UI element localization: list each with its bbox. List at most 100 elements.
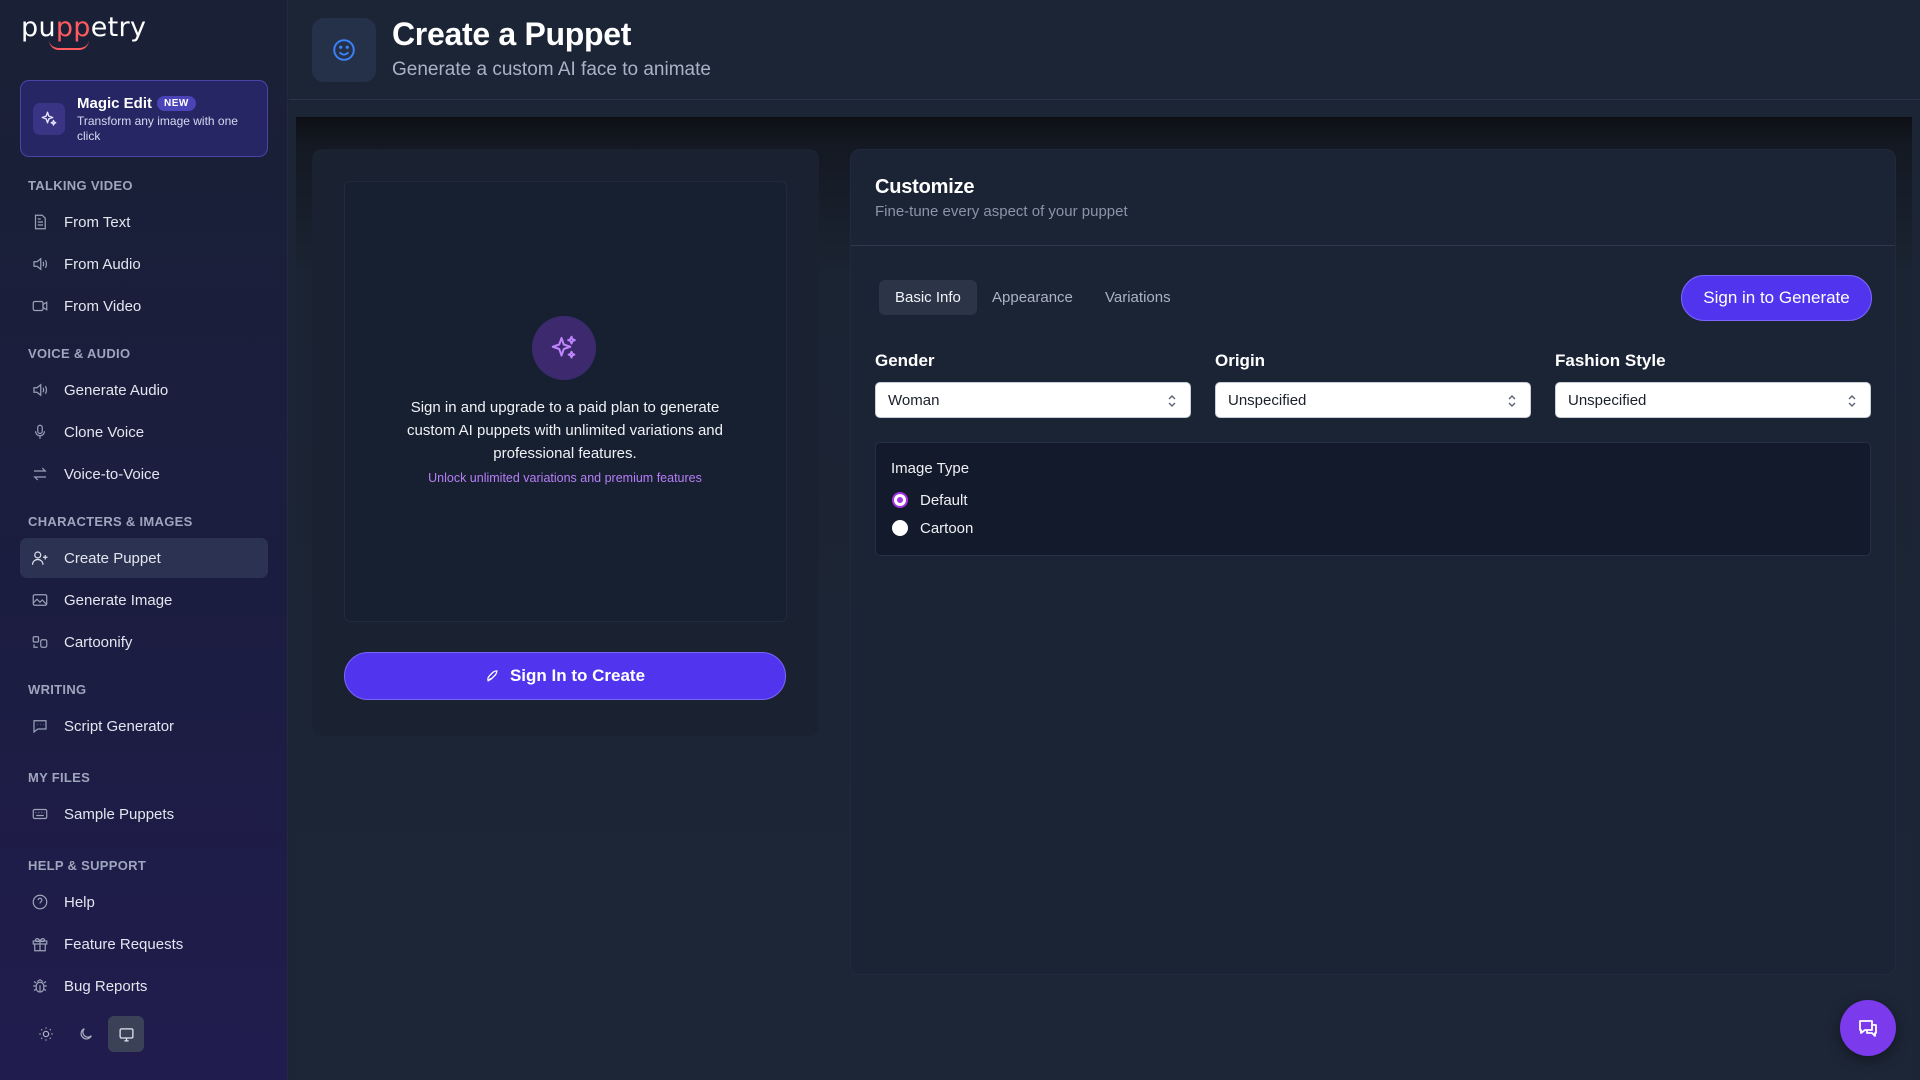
sidebar-item-clone-voice[interactable]: Clone Voice [20,412,268,452]
sidebar-item-label: Generate Audio [64,381,169,399]
sidebar-item-label: Voice-to-Voice [64,465,160,483]
sign-in-to-create-label: Sign In to Create [509,666,646,685]
sidebar-item-label: From Text [64,213,131,231]
section-label-characters-images: CHARACTERS & IMAGES [28,514,193,529]
sidebar-item-label: Feature Requests [64,935,184,953]
sidebar-item-label: From Video [64,297,142,315]
help-circle-icon [30,892,50,912]
sidebar-item-label: Create Puppet [64,549,161,567]
chevron-up-down-icon [1168,395,1176,407]
gender-value: Woman [888,391,940,409]
theme-system-button[interactable] [108,1016,144,1052]
origin-select[interactable]: Unspecified [1215,382,1531,418]
tab-variations[interactable]: Variations [1089,280,1187,315]
image-icon [30,590,50,610]
image-type-group [875,442,1871,556]
radio-label-cartoon: Cartoon [920,519,974,537]
speaker-icon [30,380,50,400]
image-type-label: Image Type [891,460,970,477]
sidebar-item-label: Sample Puppets [64,805,175,823]
chevron-up-down-icon [1848,395,1856,407]
customize-title: Customize [875,176,975,198]
radio-label-default: Default [920,491,968,509]
section-label-help-support: HELP & SUPPORT [28,858,147,873]
sidebar-item-from-text[interactable]: From Text [20,202,268,242]
magic-edit-description: Transform any image with one click [77,114,238,143]
sidebar-item-feature-requests[interactable]: Feature Requests [20,924,268,964]
microphone-icon [30,422,50,442]
radio-default[interactable] [892,492,908,508]
sun-icon [39,1027,53,1041]
file-text-icon [30,212,50,232]
sidebar: puppetry Magic Edit NEW Transform any im… [0,0,288,1080]
gift-icon [30,934,50,954]
sidebar-item-label: Script Generator [64,717,175,735]
page-subtitle: Generate a custom AI face to animate [392,59,711,80]
page-title: Create a Puppet [392,16,632,52]
sidebar-item-bug-reports[interactable]: Bug Reports [20,966,268,1006]
gender-label: Gender [875,351,935,370]
unlock-features-link[interactable]: Unlock unlimited variations and premium … [360,471,770,485]
customize-subtitle: Fine-tune every aspect of your puppet [875,203,1128,220]
theme-light-button[interactable] [28,1016,64,1052]
user-plus-icon [30,548,50,568]
sign-in-to-generate-button[interactable]: Sign in to Generate [1681,275,1872,321]
theme-dark-button[interactable] [68,1016,104,1052]
sidebar-item-label: Clone Voice [64,423,145,441]
section-label-voice-audio: VOICE & AUDIO [28,346,131,361]
sidebar-item-from-video[interactable]: From Video [20,286,268,326]
moon-icon [80,1028,92,1040]
sidebar-item-from-audio[interactable]: From Audio [20,244,268,284]
chat-icon [1859,1020,1877,1037]
customize-divider [851,245,1895,246]
magic-edit-card[interactable]: Magic Edit NEW Transform any image with … [20,80,268,157]
chevron-up-down-icon [1508,395,1516,407]
fashion-style-select[interactable]: Unspecified [1555,382,1871,418]
rocket-icon [487,669,498,681]
gender-select[interactable]: Woman [875,382,1191,418]
tab-appearance[interactable]: Appearance [976,280,1089,315]
chat-support-button[interactable] [1840,1000,1896,1056]
upgrade-message: Sign in and upgrade to a paid plan to ge… [406,399,723,462]
tab-basic-info[interactable]: Basic Info [879,280,977,315]
section-label-talking-video: TALKING VIDEO [28,178,133,193]
sidebar-item-script-generator[interactable]: Script Generator [20,706,268,746]
section-label-writing: WRITING [28,682,87,697]
sidebar-item-voice-to-voice[interactable]: Voice-to-Voice [20,454,268,494]
sidebar-item-help[interactable]: Help [20,882,268,922]
sidebar-item-generate-image[interactable]: Generate Image [20,580,268,620]
sidebar-item-label: Cartoonify [64,633,133,651]
sign-in-to-create-button[interactable]: Sign In to Create [344,652,786,700]
fashion-style-value: Unspecified [1568,391,1647,409]
new-badge: NEW [157,96,196,111]
origin-value: Unspecified [1228,391,1307,409]
sidebar-item-cartoonify[interactable]: Cartoonify [20,622,268,662]
speaker-icon [30,254,50,274]
sidebar-item-label: Bug Reports [64,977,148,995]
sidebar-item-generate-audio[interactable]: Generate Audio [20,370,268,410]
sidebar-item-label: From Audio [64,255,141,273]
video-camera-icon [30,296,50,316]
monitor-icon [118,1027,134,1042]
chat-bubble-icon [30,716,50,736]
radio-option-cartoon[interactable]: Cartoon [892,518,973,538]
sparkles-icon [532,316,596,380]
magic-edit-title: Magic Edit [77,95,153,112]
smiley-icon [312,18,376,82]
cartoonify-icon [30,632,50,652]
sidebar-item-sample-puppets[interactable]: Sample Puppets [20,794,268,834]
sidebar-item-create-puppet[interactable]: Create Puppet [20,538,268,578]
sidebar-item-label: Generate Image [64,591,173,609]
theme-switcher [28,1016,144,1052]
app-logo[interactable]: puppetry [21,12,146,43]
radio-option-default[interactable]: Default [892,490,968,510]
magic-sparkles-icon [33,103,65,135]
origin-label: Origin [1215,351,1266,370]
sidebar-item-label: Help [64,893,95,911]
section-label-my-files: MY FILES [28,770,91,785]
bug-icon [30,976,50,996]
keyboard-icon [30,804,50,824]
fashion-style-label: Fashion Style [1555,351,1666,370]
logo-smile-mark [49,40,89,50]
radio-cartoon[interactable] [892,520,908,536]
